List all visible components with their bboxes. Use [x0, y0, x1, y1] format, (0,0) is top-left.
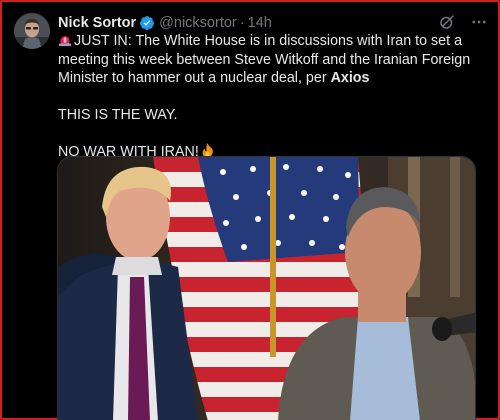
avatar[interactable] — [14, 13, 50, 49]
grok-icon[interactable] — [438, 13, 456, 31]
tweet-header: Nick Sortor @nicksortor · 14h — [58, 13, 488, 33]
tweet-text: JUST IN: The White House is in discussio… — [58, 32, 488, 162]
tweet-media-photo[interactable] — [57, 156, 476, 420]
header-separator: · — [239, 15, 245, 31]
author-name[interactable]: Nick Sortor — [58, 13, 136, 33]
more-options-icon[interactable] — [470, 13, 488, 31]
avatar-image — [14, 13, 50, 49]
source-link[interactable]: Axios — [331, 70, 370, 86]
verified-badge-icon[interactable] — [139, 15, 155, 31]
tweet-line-2: THIS IS THE WAY. — [58, 107, 178, 123]
header-actions — [438, 13, 488, 31]
timestamp[interactable]: 14h — [248, 13, 272, 33]
tweet-line-1: JUST IN: The White House is in discussio… — [58, 33, 471, 86]
tweet-paragraph-1: JUST IN: The White House is in discussio… — [58, 32, 488, 88]
author-handle[interactable]: @nicksortor — [159, 13, 237, 33]
siren-emoji-icon — [58, 36, 72, 47]
photo-image — [58, 157, 475, 420]
